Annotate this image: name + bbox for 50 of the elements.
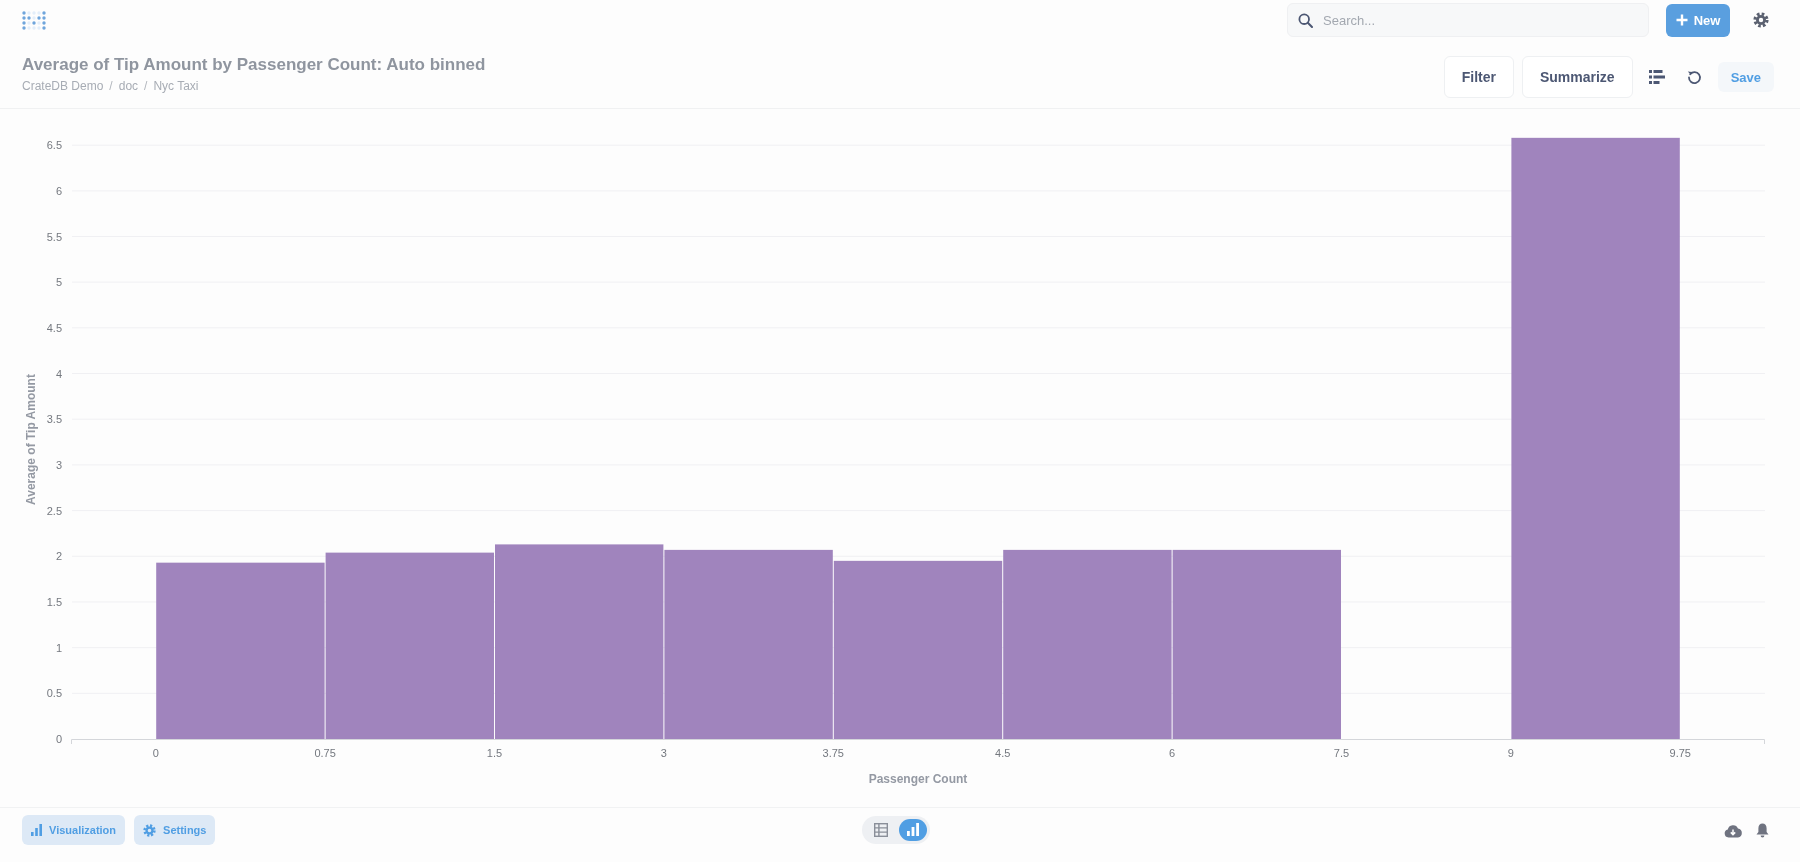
refresh-icon[interactable]: [1686, 69, 1702, 85]
y-tick-label: 6.5: [46, 139, 62, 152]
bar-chart-icon: [31, 824, 42, 836]
x-tick-label: 9.75: [1669, 747, 1691, 759]
y-tick-label: 3: [55, 458, 62, 471]
y-tick-label: 2.5: [46, 504, 62, 517]
save-button[interactable]: Save: [1717, 62, 1774, 92]
plus-icon: [1675, 14, 1688, 26]
x-axis-title: Passenger Count: [868, 772, 968, 786]
x-tick-label: 0.75: [314, 747, 336, 759]
breadcrumb-separator: /: [109, 78, 113, 94]
y-tick-label: 4.5: [46, 321, 62, 334]
y-tick-label: 3.5: [46, 413, 62, 426]
x-tick-label: 9: [1507, 747, 1514, 759]
filter-button[interactable]: Filter: [1443, 56, 1514, 98]
cloud-download-icon[interactable]: [1724, 823, 1742, 838]
logo-icon[interactable]: [22, 10, 46, 30]
y-tick-label: 0: [55, 733, 62, 745]
x-tick-label: 3.75: [822, 747, 844, 759]
question-title: Average of Tip Amount by Passenger Count: Auto binned: [22, 55, 486, 75]
breadcrumb-link[interactable]: CrateDB Demo: [22, 78, 104, 94]
search-field[interactable]: Search...: [1287, 3, 1649, 37]
gear-icon: [143, 823, 157, 837]
x-tick-label: 1.5: [486, 747, 503, 759]
y-tick-label: 1.5: [46, 595, 62, 608]
y-tick-label: 1: [55, 641, 62, 654]
visualization-button[interactable]: Visualization: [22, 815, 126, 845]
y-tick-label: 4: [55, 367, 62, 380]
x-tick-label: 7.5: [1333, 747, 1350, 759]
x-tick-label: 0: [152, 747, 159, 759]
y-tick-label: 5.5: [46, 230, 62, 243]
breadcrumb-link[interactable]: doc: [118, 78, 139, 94]
y-tick-label: 2: [55, 550, 62, 563]
y-axis-title: Average of Tip Amount: [24, 374, 38, 505]
x-tick-label: 4.5: [995, 747, 1011, 759]
y-tick-label: 5: [55, 276, 62, 289]
summarize-button[interactable]: Summarize: [1521, 56, 1633, 98]
breadcrumb-link[interactable]: Nyc Taxi: [153, 78, 199, 94]
settings-button[interactable]: Settings: [134, 815, 216, 845]
chart-view-icon[interactable]: [898, 819, 927, 841]
x-tick-label: 6: [1169, 747, 1176, 759]
y-tick-label: 6: [55, 184, 62, 197]
list-icon[interactable]: [1648, 70, 1665, 84]
y-tick-label: 0.5: [46, 687, 62, 700]
breadcrumb-separator: /: [144, 78, 148, 94]
bell-icon[interactable]: [1756, 823, 1769, 838]
new-button[interactable]: New: [1666, 3, 1730, 37]
search-icon: [1298, 13, 1313, 28]
settings-icon[interactable]: [1753, 12, 1769, 28]
x-tick-label: 3: [660, 747, 667, 759]
